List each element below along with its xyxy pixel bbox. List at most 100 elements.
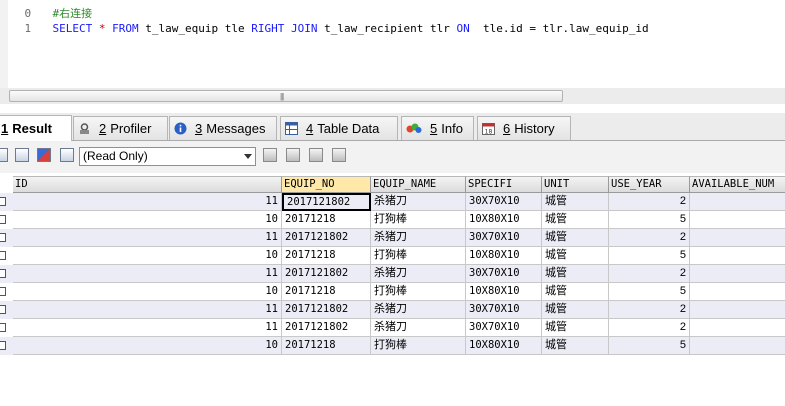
row-checkbox[interactable] <box>0 305 6 314</box>
cell-unit[interactable]: 城管 <box>542 337 609 355</box>
cell-specifi[interactable]: 30X70X10 <box>466 265 542 283</box>
cell-available-num[interactable] <box>690 301 785 319</box>
refresh-icon[interactable] <box>332 148 346 162</box>
cell-equip-name[interactable]: 打狗棒 <box>371 247 466 265</box>
add-row-icon[interactable] <box>15 148 29 162</box>
tab-messages[interactable]: 3 Messages <box>169 116 277 140</box>
cell-unit[interactable]: 城管 <box>542 283 609 301</box>
duplicate-row-icon[interactable] <box>37 148 51 162</box>
row-checkbox[interactable] <box>0 233 6 242</box>
column-header-available-num[interactable]: AVAILABLE_NUM <box>690 176 785 193</box>
delete-row-icon[interactable] <box>309 148 323 162</box>
cell-id[interactable]: 10 <box>13 211 282 229</box>
cell-id[interactable]: 11 <box>13 319 282 337</box>
cell-specifi[interactable]: 10X80X10 <box>466 247 542 265</box>
cell-equip-name[interactable]: 杀猪刀 <box>371 319 466 337</box>
row-checkbox[interactable] <box>0 215 6 224</box>
cell-available-num[interactable] <box>690 193 785 211</box>
cell-equip-no[interactable]: 20171218 <box>282 211 371 229</box>
cell-id[interactable]: 10 <box>13 337 282 355</box>
row-checkbox[interactable] <box>0 323 6 332</box>
cell-use-year[interactable]: 2 <box>609 193 690 211</box>
cell-equip-name[interactable]: 杀猪刀 <box>371 301 466 319</box>
read-only-select[interactable]: (Read Only) <box>79 147 256 166</box>
tab-info[interactable]: 5 Info <box>401 116 474 140</box>
cell-id[interactable]: 11 <box>13 265 282 283</box>
table-row[interactable]: 11 2017121802 杀猪刀 30X70X10 城管 2 <box>0 319 785 337</box>
cell-equip-name[interactable]: 杀猪刀 <box>371 229 466 247</box>
cell-unit[interactable]: 城管 <box>542 211 609 229</box>
cell-id[interactable]: 11 <box>13 193 282 211</box>
table-row[interactable]: 11 2017121802 杀猪刀 30X70X10 城管 2 <box>0 193 785 211</box>
cell-available-num[interactable] <box>690 247 785 265</box>
table-row[interactable]: 10 20171218 打狗棒 10X80X10 城管 5 <box>0 283 785 301</box>
tab-result[interactable]: 1 Result <box>0 115 72 141</box>
cell-available-num[interactable] <box>690 229 785 247</box>
horizontal-scrollbar[interactable]: ||| <box>0 88 785 104</box>
column-header-id[interactable]: ID <box>13 176 282 193</box>
cell-equip-no[interactable]: 20171218 <box>282 283 371 301</box>
cell-available-num[interactable] <box>690 265 785 283</box>
cell-id[interactable]: 11 <box>13 229 282 247</box>
cell-available-num[interactable] <box>690 319 785 337</box>
table-row[interactable]: 11 2017121802 杀猪刀 30X70X10 城管 2 <box>0 301 785 319</box>
cell-equip-name[interactable]: 打狗棒 <box>371 337 466 355</box>
column-header-equip-no[interactable]: EQUIP_NO <box>282 176 371 193</box>
tab-table-data[interactable]: 4 Table Data <box>280 116 398 140</box>
table-row[interactable]: 11 2017121802 杀猪刀 30X70X10 城管 2 <box>0 265 785 283</box>
cell-equip-no[interactable]: 2017121802 <box>282 193 371 211</box>
cell-specifi[interactable]: 10X80X10 <box>466 211 542 229</box>
grid-view-icon[interactable] <box>0 148 8 162</box>
export-icon[interactable] <box>60 148 74 162</box>
result-grid[interactable]: ID EQUIP_NO EQUIP_NAME SPECIFI UNIT USE_YEAR A… <box>0 174 785 406</box>
cell-use-year[interactable]: 5 <box>609 247 690 265</box>
cell-available-num[interactable] <box>690 211 785 229</box>
cell-equip-no[interactable]: 20171218 <box>282 337 371 355</box>
cell-available-num[interactable] <box>690 283 785 301</box>
cell-specifi[interactable]: 30X70X10 <box>466 301 542 319</box>
cell-unit[interactable]: 城管 <box>542 301 609 319</box>
cell-use-year[interactable]: 2 <box>609 319 690 337</box>
cell-specifi[interactable]: 30X70X10 <box>466 229 542 247</box>
cell-unit[interactable]: 城管 <box>542 193 609 211</box>
cell-unit[interactable]: 城管 <box>542 247 609 265</box>
row-checkbox[interactable] <box>0 269 6 278</box>
cell-available-num[interactable] <box>690 337 785 355</box>
sql-editor[interactable]: 0 #右连接 1 SELECT * FROM t_law_equip tle RIG… <box>0 0 785 88</box>
table-row[interactable]: 10 20171218 打狗棒 10X80X10 城管 5 <box>0 337 785 355</box>
table-row[interactable]: 11 2017121802 杀猪刀 30X70X10 城管 2 <box>0 229 785 247</box>
tab-profiler[interactable]: 2 Profiler <box>73 116 168 140</box>
row-checkbox[interactable] <box>0 197 6 206</box>
save-changes-icon[interactable] <box>263 148 277 162</box>
cell-unit[interactable]: 城管 <box>542 229 609 247</box>
cell-use-year[interactable]: 2 <box>609 265 690 283</box>
cell-equip-no[interactable]: 20171218 <box>282 247 371 265</box>
tab-history[interactable]: 18 6 History <box>477 116 571 140</box>
cell-specifi[interactable]: 10X80X10 <box>466 337 542 355</box>
cell-equip-no[interactable]: 2017121802 <box>282 229 371 247</box>
cell-id[interactable]: 10 <box>13 283 282 301</box>
cell-use-year[interactable]: 2 <box>609 229 690 247</box>
cell-specifi[interactable]: 30X70X10 <box>466 319 542 337</box>
cell-specifi[interactable]: 30X70X10 <box>466 193 542 211</box>
cell-equip-name[interactable]: 杀猪刀 <box>371 265 466 283</box>
cell-use-year[interactable]: 5 <box>609 337 690 355</box>
cell-use-year[interactable]: 2 <box>609 301 690 319</box>
cell-equip-no[interactable]: 2017121802 <box>282 319 371 337</box>
cell-id[interactable]: 11 <box>13 301 282 319</box>
column-header-use-year[interactable]: USE_YEAR <box>609 176 690 193</box>
row-checkbox[interactable] <box>0 287 6 296</box>
disk-icon[interactable] <box>286 148 300 162</box>
cell-use-year[interactable]: 5 <box>609 283 690 301</box>
cell-unit[interactable]: 城管 <box>542 265 609 283</box>
scrollbar-thumb[interactable]: ||| <box>9 90 563 102</box>
cell-id[interactable]: 10 <box>13 247 282 265</box>
cell-equip-name[interactable]: 打狗棒 <box>371 283 466 301</box>
table-row[interactable]: 10 20171218 打狗棒 10X80X10 城管 5 <box>0 211 785 229</box>
row-checkbox[interactable] <box>0 251 6 260</box>
table-row[interactable]: 10 20171218 打狗棒 10X80X10 城管 5 <box>0 247 785 265</box>
cell-equip-no[interactable]: 2017121802 <box>282 265 371 283</box>
cell-equip-name[interactable]: 杀猪刀 <box>371 193 466 211</box>
cell-specifi[interactable]: 10X80X10 <box>466 283 542 301</box>
cell-unit[interactable]: 城管 <box>542 319 609 337</box>
